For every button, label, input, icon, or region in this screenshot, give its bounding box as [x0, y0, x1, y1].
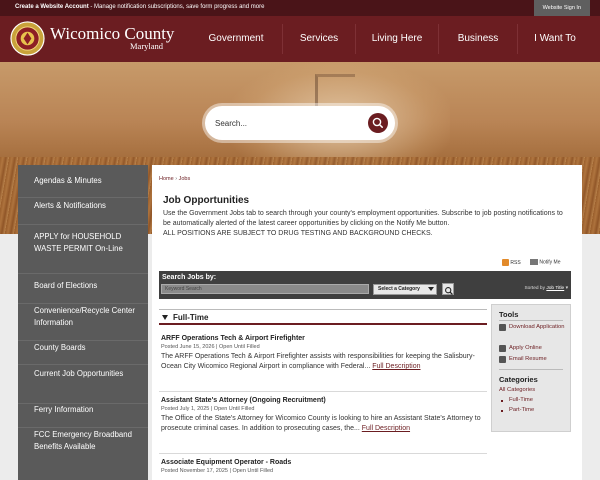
intro-text: Use the Government Jobs tab to search th… — [163, 210, 563, 227]
nav-business[interactable]: Business — [439, 16, 517, 62]
bullet-icon — [501, 400, 503, 402]
main-content: Home › Jobs Job Opportunities Use the Go… — [152, 165, 582, 480]
job-search-button[interactable] — [442, 283, 454, 295]
category-part-time-link[interactable]: Part-Time — [509, 407, 534, 413]
sort-arrow-icon: ▾ — [565, 286, 568, 291]
full-description-link[interactable]: Full Description — [362, 425, 410, 432]
tools-heading: Tools — [499, 310, 519, 319]
job-title[interactable]: ARFF Operations Tech & Airport Firefight… — [161, 335, 487, 342]
sidebar-item-fcc-broadband[interactable]: FCC Emergency Broadband Benefits Availab… — [18, 429, 148, 475]
breadcrumb: Home › Jobs — [159, 176, 190, 182]
sidebar-item-convenience-recycle[interactable]: Convenience/Recycle Center Information — [18, 305, 148, 341]
job-search-bar: Search Jobs by: Keyword Search Select a … — [159, 271, 571, 299]
nav-services[interactable]: Services — [283, 16, 355, 62]
job-item: ARFF Operations Tech & Airport Firefight… — [161, 335, 487, 372]
create-account-link[interactable]: Create a Website Account - Manage notifi… — [15, 4, 264, 10]
nav-i-want-to[interactable]: I Want To — [518, 16, 592, 62]
nav-living-here[interactable]: Living Here — [356, 16, 438, 62]
rss-link[interactable]: RSS — [502, 259, 521, 266]
job-description: The ARFF Operations Tech & Airport Firef… — [161, 353, 475, 370]
sign-in-button[interactable]: Website Sign In — [533, 0, 590, 16]
drug-testing-notice: ALL POSITIONS ARE SUBJECT TO DRUG TESTIN… — [163, 230, 433, 237]
county-name: Wicomico County — [50, 24, 175, 43]
breadcrumb-separator: › — [175, 176, 178, 182]
top-utility-bar: Create a Website Account - Manage notifi… — [0, 0, 600, 16]
category-full-time-link[interactable]: Full-Time — [509, 397, 533, 403]
site-search-input[interactable] — [215, 115, 360, 131]
apply-online-icon — [499, 345, 506, 352]
nav-government[interactable]: Government — [190, 16, 282, 62]
email-resume-icon — [499, 356, 506, 363]
sidebar-item-current-jobs[interactable]: Current Job Opportunities — [18, 368, 148, 404]
all-categories-link[interactable]: All Categories — [499, 387, 535, 393]
download-application-link[interactable]: Download Application — [509, 323, 564, 332]
sidebar-item-agendas[interactable]: Agendas & Minutes — [18, 175, 148, 198]
job-title[interactable]: Associate Equipment Operator - Roads — [161, 459, 487, 466]
sidebar-item-alerts[interactable]: Alerts & Notifications — [18, 200, 148, 225]
bullet-icon — [501, 410, 503, 412]
job-meta: Posted November 17, 2025 | Open Until Fi… — [161, 468, 274, 474]
section-full-time[interactable]: Full-Time — [159, 309, 487, 325]
tools-divider — [499, 320, 563, 321]
email-resume-link[interactable]: Email Resume — [509, 355, 547, 364]
site-search — [205, 106, 395, 140]
tools-divider — [499, 369, 563, 370]
search-icon — [445, 287, 453, 295]
sidebar-item-household-waste-permit[interactable]: APPLY for HOUSEHOLD WASTE PERMIT On-Line — [18, 231, 148, 274]
job-item: Associate Equipment Operator - Roads Pos… — [161, 459, 487, 474]
collapse-triangle-icon — [162, 315, 168, 321]
sidebar-item-ferry-information[interactable]: Ferry Information — [18, 404, 148, 428]
notify-me-link[interactable]: Notify Me — [530, 259, 561, 265]
job-meta: Posted July 1, 2025 | Open Until Filled — [161, 406, 255, 412]
site-header: Wicomico County Maryland Government Serv… — [0, 16, 600, 62]
job-search-label: Search Jobs by: — [162, 274, 217, 281]
envelope-icon — [530, 259, 538, 265]
search-icon — [372, 117, 383, 128]
site-search-button[interactable] — [368, 113, 388, 133]
breadcrumb-current[interactable]: Jobs — [179, 176, 191, 182]
page-title: Job Opportunities — [163, 195, 250, 206]
sort-field[interactable]: Job Title — [546, 286, 564, 291]
site-brand[interactable]: Wicomico County Maryland — [50, 24, 175, 51]
page-intro: Use the Government Jobs tab to search th… — [163, 209, 563, 239]
sort-control[interactable]: Sorted by Job Title ▾ — [524, 286, 568, 291]
county-seal-icon[interactable] — [10, 21, 45, 56]
download-icon — [499, 324, 506, 331]
sidebar-item-county-boards[interactable]: County Boards — [18, 342, 148, 365]
keyword-search-input[interactable]: Keyword Search — [161, 284, 369, 294]
tools-panel: Tools Download Application Apply Online … — [491, 304, 571, 432]
categories-heading: Categories — [499, 375, 538, 384]
chevron-down-icon — [428, 287, 434, 291]
job-description: The Office of the State's Attorney for W… — [161, 415, 481, 432]
job-divider — [159, 391, 487, 392]
sidebar-item-board-of-elections[interactable]: Board of Elections — [18, 280, 148, 304]
category-select[interactable]: Select a Category — [373, 284, 437, 295]
state-name: Maryland — [130, 41, 164, 51]
job-divider — [159, 453, 487, 454]
job-meta: Posted June 15, 2026 | Open Until Filled — [161, 344, 260, 350]
sidebar-nav: Agendas & Minutes Alerts & Notifications… — [18, 165, 148, 480]
rss-icon — [502, 259, 509, 266]
apply-online-link[interactable]: Apply Online — [509, 344, 542, 353]
job-title[interactable]: Assistant State's Attorney (Ongoing Recr… — [161, 397, 487, 404]
breadcrumb-home[interactable]: Home — [159, 176, 174, 182]
job-item: Assistant State's Attorney (Ongoing Recr… — [161, 397, 487, 434]
full-description-link[interactable]: Full Description — [372, 363, 420, 370]
